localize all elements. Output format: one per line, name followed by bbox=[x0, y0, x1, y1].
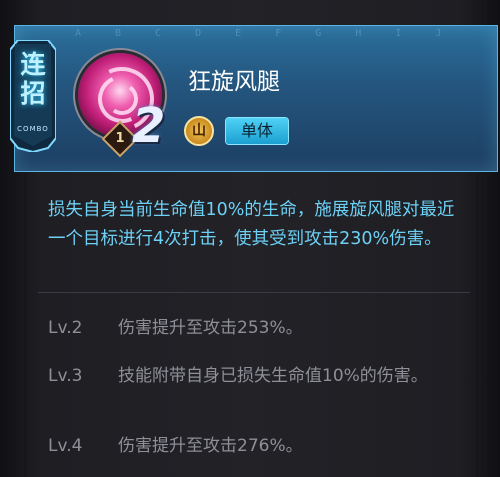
level-tag: Lv.4 bbox=[48, 436, 83, 456]
combo-subtitle: COMBO bbox=[17, 125, 49, 133]
combo-char-2: 招 bbox=[20, 79, 46, 108]
panel-edge-left bbox=[24, 170, 26, 477]
level-tag: Lv.3 bbox=[48, 366, 83, 386]
level-tag: Lv.2 bbox=[48, 318, 83, 338]
mountain-element-icon: 山 bbox=[184, 116, 214, 146]
level-text: 伤害提升至攻击276%。 bbox=[118, 436, 303, 456]
skill-description: 损失自身当前生命值10%的生命，施展旋风腿对最近一个目标进行4次打击，使其受到攻… bbox=[48, 200, 455, 249]
panel-edge-right bbox=[476, 170, 478, 477]
combo-char-1: 连 bbox=[20, 50, 46, 79]
level-text: 技能附带自身已损失生命值10%的伤害。 bbox=[118, 366, 428, 386]
combo-tag: 连 招 COMBO bbox=[10, 40, 56, 152]
skill-name: 狂旋风腿 bbox=[188, 69, 280, 95]
divider bbox=[38, 292, 470, 293]
target-type-badge: 单体 bbox=[226, 118, 288, 144]
skill-level: 1 bbox=[115, 131, 125, 146]
level-text: 伤害提升至攻击253%。 bbox=[118, 318, 303, 338]
skill-cost: 2 bbox=[132, 98, 166, 154]
header-deco-text: A B C D E F G H I J K L M N bbox=[75, 28, 475, 39]
